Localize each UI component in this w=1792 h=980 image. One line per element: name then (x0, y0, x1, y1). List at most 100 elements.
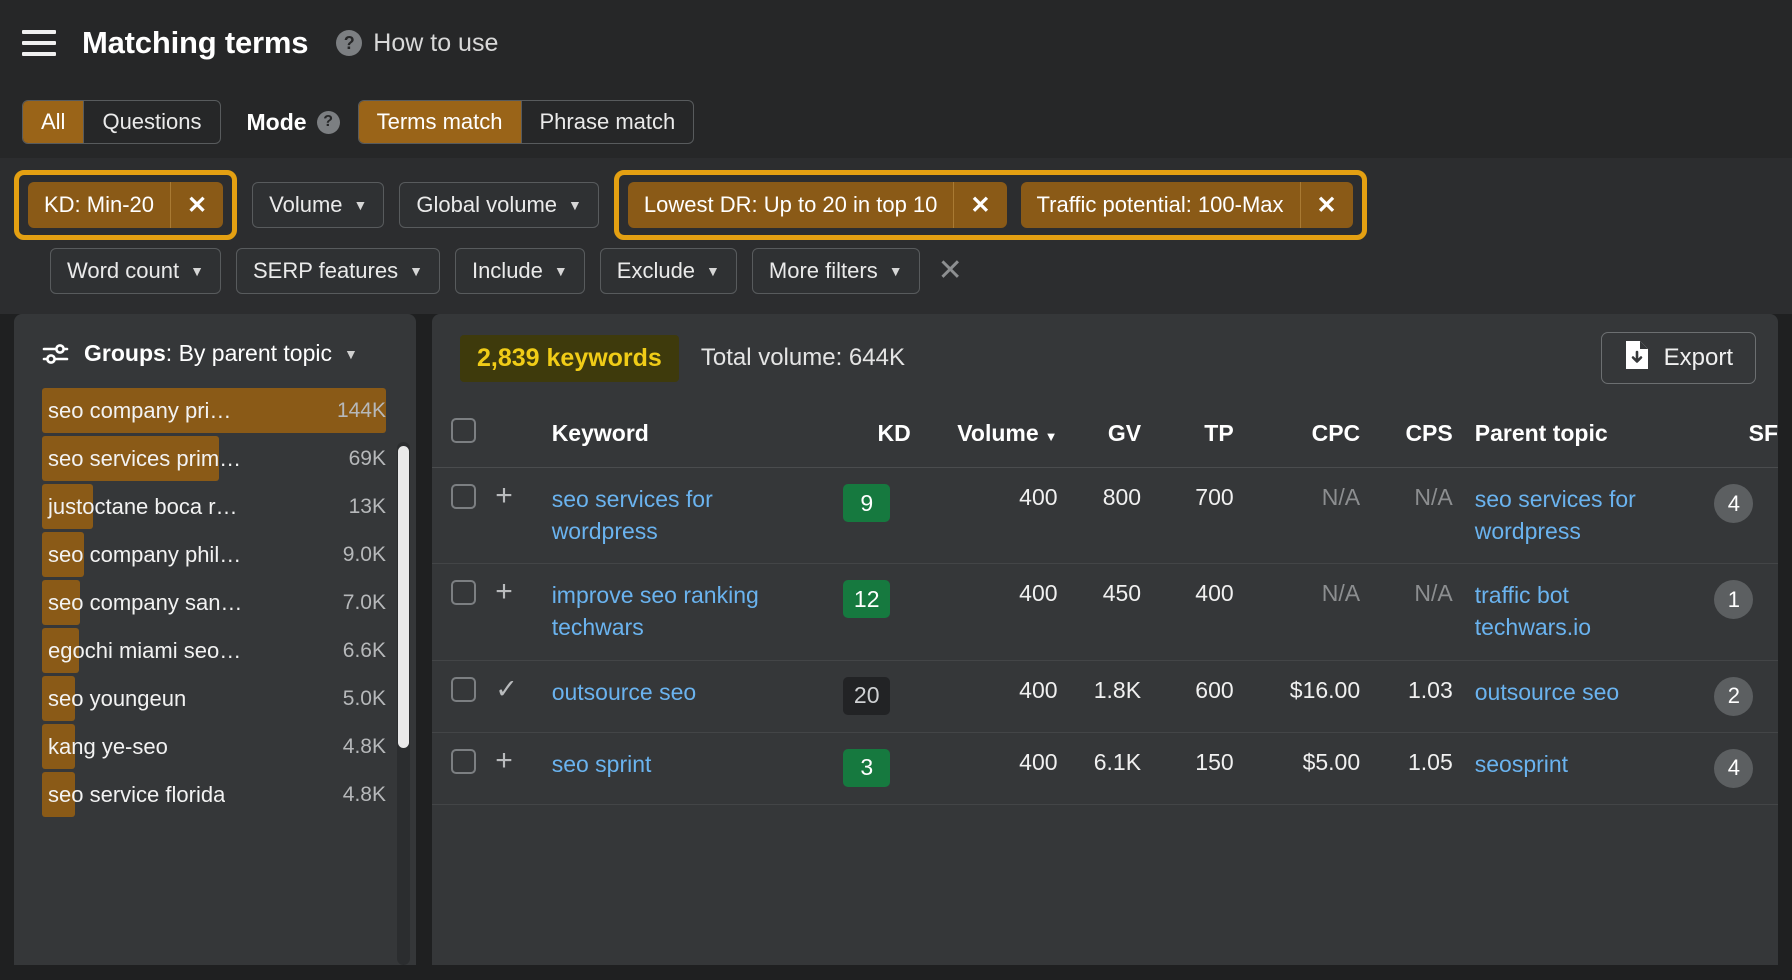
group-volume: 4.8K (343, 783, 386, 807)
plus-icon[interactable]: + (495, 581, 513, 602)
select-all-checkbox[interactable] (451, 418, 476, 443)
row-add-cell[interactable]: + (495, 468, 551, 564)
cell-gv: 6.1K (1058, 732, 1142, 804)
kd-badge: 20 (843, 677, 890, 715)
header-keyword[interactable]: Keyword (552, 402, 823, 468)
table-row[interactable]: +seo services for wordpress9400800700N/A… (432, 468, 1778, 564)
parent-topic-link[interactable]: seo services for wordpress (1475, 484, 1690, 547)
tab-phrase-match[interactable]: Phrase match (522, 101, 694, 143)
parent-topic-link[interactable]: outsource seo (1475, 677, 1690, 709)
kd-badge: 3 (843, 749, 890, 787)
filter-bar: KD: Min-20 ✕ Volume ▼ Global volume ▼ Lo… (0, 158, 1792, 314)
scrollbar-thumb[interactable] (398, 446, 409, 748)
select-all-header[interactable] (432, 402, 495, 468)
filter-chip-exclude[interactable]: Exclude ▼ (600, 248, 737, 294)
table-row[interactable]: +improve seo ranking techwars12400450400… (432, 564, 1778, 660)
filter-chip-more-filters[interactable]: More filters ▼ (752, 248, 920, 294)
header-tp[interactable]: TP (1141, 402, 1234, 468)
keyword-link[interactable]: outsource seo (552, 677, 823, 709)
row-add-cell[interactable]: ✓ (495, 660, 551, 732)
cell-cps: 1.03 (1360, 660, 1453, 732)
row-select-cell[interactable] (432, 732, 495, 804)
tab-terms-match[interactable]: Terms match (359, 101, 522, 143)
row-checkbox[interactable] (451, 484, 476, 509)
table-row[interactable]: +seo sprint34006.1K150$5.001.05seosprint… (432, 732, 1778, 804)
keyword-link[interactable]: seo services for wordpress (552, 484, 823, 547)
group-item[interactable]: justoctane boca r…13K (42, 483, 416, 530)
group-item[interactable]: seo company san…7.0K (42, 579, 416, 626)
cell-parent-topic[interactable]: outsource seo (1453, 660, 1690, 732)
cell-keyword[interactable]: seo sprint (552, 732, 823, 804)
tab-questions[interactable]: Questions (84, 101, 219, 143)
header-volume[interactable]: Volume▼ (911, 402, 1058, 468)
header-gv[interactable]: GV (1058, 402, 1142, 468)
header-parent-topic[interactable]: Parent topic (1453, 402, 1690, 468)
group-item[interactable]: seo company phil…9.0K (42, 531, 416, 578)
sliders-icon (42, 343, 69, 365)
header-cpc[interactable]: CPC (1234, 402, 1360, 468)
keyword-link[interactable]: improve seo ranking techwars (552, 580, 823, 643)
group-item[interactable]: seo youngeun5.0K (42, 675, 416, 722)
tab-all[interactable]: All (23, 101, 84, 143)
mode-question-mark-icon[interactable]: ? (317, 111, 340, 134)
cell-parent-topic[interactable]: traffic bot techwars.io (1453, 564, 1690, 660)
table-row[interactable]: ✓outsource seo204001.8K600$16.001.03outs… (432, 660, 1778, 732)
plus-icon[interactable]: + (495, 485, 513, 506)
filter-chip-global-volume-label: Global volume (416, 192, 557, 218)
row-checkbox[interactable] (451, 677, 476, 702)
clear-filters-close-icon[interactable]: ✕ (938, 256, 963, 286)
row-select-cell[interactable] (432, 564, 495, 660)
parent-topic-link[interactable]: seosprint (1475, 749, 1690, 781)
filter-chip-kd[interactable]: KD: Min-20 ✕ (28, 182, 223, 228)
filter-chip-traffic-potential-close-icon[interactable]: ✕ (1300, 182, 1353, 228)
filter-row-secondary: Word count ▼ SERP features ▼ Include ▼ E… (14, 246, 1778, 296)
header-sf[interactable]: SF (1690, 402, 1778, 468)
row-add-cell[interactable]: + (495, 564, 551, 660)
group-item[interactable]: egochi miami seo…6.6K (42, 627, 416, 674)
filter-chip-lowest-dr-close-icon[interactable]: ✕ (953, 182, 1006, 228)
cell-keyword[interactable]: improve seo ranking techwars (552, 564, 823, 660)
row-checkbox[interactable] (451, 749, 476, 774)
cell-kd: 9 (823, 468, 911, 564)
filter-chip-lowest-dr[interactable]: Lowest DR: Up to 20 in top 10 ✕ (628, 182, 1007, 228)
cell-keyword[interactable]: seo services for wordpress (552, 468, 823, 564)
row-select-cell[interactable] (432, 468, 495, 564)
group-item[interactable]: seo service florida4.8K (42, 771, 416, 818)
parent-topic-link[interactable]: traffic bot techwars.io (1475, 580, 1690, 643)
header-cps[interactable]: CPS (1360, 402, 1453, 468)
question-mark-icon: ? (336, 30, 362, 56)
cell-parent-topic[interactable]: seosprint (1453, 732, 1690, 804)
group-item[interactable]: seo services prim…69K (42, 435, 416, 482)
chevron-down-icon: ▼ (889, 263, 903, 279)
filter-chip-include-label: Include (472, 258, 543, 284)
add-col-header (495, 402, 551, 468)
row-add-cell[interactable]: + (495, 732, 551, 804)
row-checkbox[interactable] (451, 580, 476, 605)
group-item[interactable]: seo company pri…144K (42, 387, 416, 434)
check-icon[interactable]: ✓ (495, 679, 518, 701)
filter-chip-volume[interactable]: Volume ▼ (252, 182, 384, 228)
export-button[interactable]: Export (1601, 332, 1756, 384)
group-item[interactable]: kang ye-seo4.8K (42, 723, 416, 770)
filter-chip-global-volume[interactable]: Global volume ▼ (399, 182, 599, 228)
keyword-link[interactable]: seo sprint (552, 749, 823, 781)
group-volume: 13K (349, 495, 386, 519)
groups-selector[interactable]: Groups: By parent topic ▼ (14, 314, 416, 387)
filter-chip-include[interactable]: Include ▼ (455, 248, 585, 294)
plus-icon[interactable]: + (495, 750, 513, 771)
cell-gv: 800 (1058, 468, 1142, 564)
filter-chip-word-count[interactable]: Word count ▼ (50, 248, 221, 294)
group-volume: 4.8K (343, 735, 386, 759)
header-kd[interactable]: KD (823, 402, 911, 468)
filter-chip-kd-close-icon[interactable]: ✕ (170, 182, 223, 228)
filter-chip-traffic-potential[interactable]: Traffic potential: 100-Max ✕ (1021, 182, 1353, 228)
how-to-use-link[interactable]: ? How to use (336, 29, 498, 58)
cell-parent-topic[interactable]: seo services for wordpress (1453, 468, 1690, 564)
row-select-cell[interactable] (432, 660, 495, 732)
filter-chip-serp-features[interactable]: SERP features ▼ (236, 248, 440, 294)
cell-keyword[interactable]: outsource seo (552, 660, 823, 732)
hamburger-menu-icon[interactable] (22, 30, 56, 56)
groups-list: seo company pri…144Kseo services prim…69… (14, 387, 416, 818)
sidebar-scrollbar[interactable] (397, 442, 410, 965)
groups-label: Groups (84, 340, 166, 366)
